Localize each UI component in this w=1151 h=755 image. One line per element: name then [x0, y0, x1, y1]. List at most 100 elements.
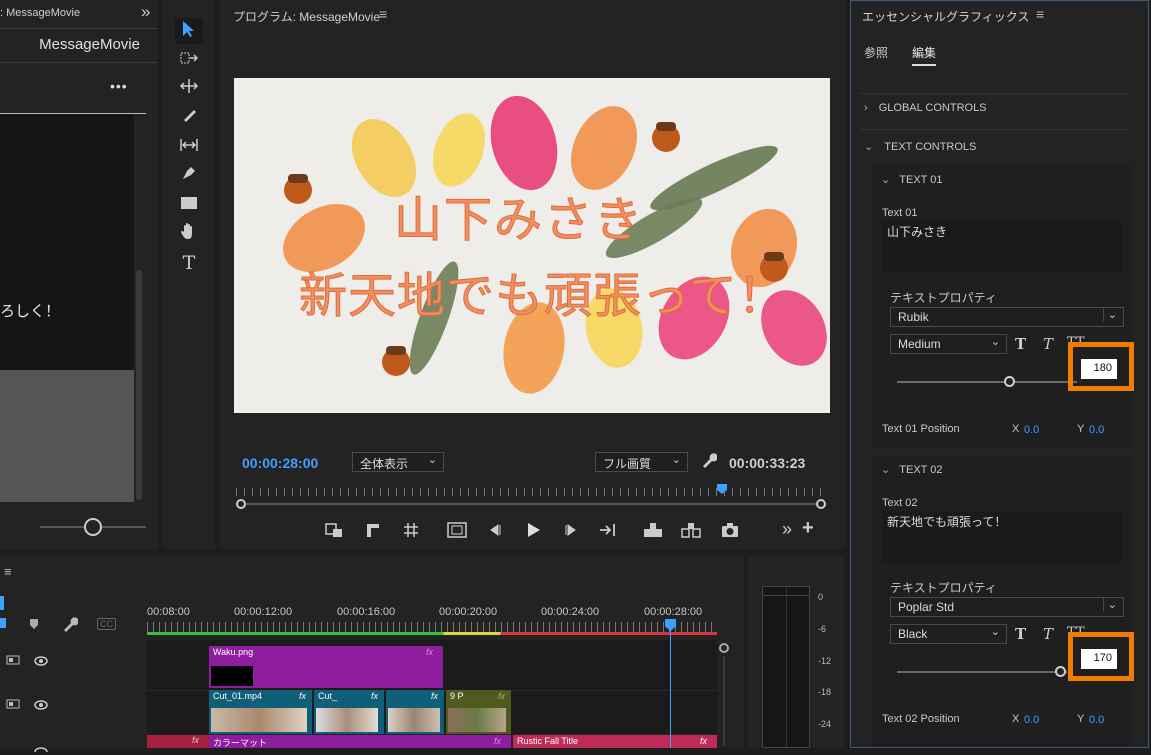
text01-header-toggle[interactable]: ⌄ TEXT 01 [881, 173, 943, 186]
timeline-ruler[interactable] [147, 622, 717, 632]
program-scrubber[interactable] [236, 484, 826, 512]
clip-cut3[interactable]: fx [386, 690, 444, 734]
more-controls-icon[interactable]: » [782, 519, 792, 540]
faux-bold-icon[interactable]: T [1015, 335, 1026, 353]
global-controls-toggle[interactable]: › GLOBAL CONTROLS [864, 102, 987, 114]
text02-style-dropdown[interactable]: Black ⌄ [890, 624, 1007, 644]
program-current-timecode[interactable]: 00:00:28:00 [242, 455, 318, 471]
clip-rustic-fall-title[interactable]: Rustic Fall Title fx [513, 735, 717, 748]
text01-x-value[interactable]: 0.0 [1024, 424, 1039, 436]
clip-cut2[interactable]: Cut_ fx [314, 690, 384, 734]
program-menu-icon[interactable]: ≡ [379, 6, 387, 22]
text-controls-label: TEXT CONTROLS [884, 141, 977, 153]
captions-cc-icon[interactable]: CC [97, 618, 116, 630]
razor-tool-icon[interactable] [177, 106, 201, 130]
meter-label: -6 [818, 624, 827, 634]
hand-tool-icon[interactable] [177, 222, 201, 246]
expand-panels-icon[interactable]: » [141, 2, 150, 22]
text02-textarea[interactable]: 新天地でも頑張って！ [883, 511, 1123, 563]
timeline-menu-icon[interactable]: ≡ [4, 564, 12, 579]
type-tool-icon[interactable]: T [177, 251, 201, 275]
slip-tool-icon[interactable] [177, 135, 201, 159]
text01-size-slider-knob[interactable] [1004, 376, 1015, 387]
step-forward-icon[interactable] [562, 521, 580, 542]
text-controls-toggle[interactable]: ⌄ TEXT CONTROLS [864, 140, 976, 153]
video-text-line1: 山下みさき [393, 192, 645, 249]
text02-size-slider[interactable] [897, 671, 1067, 673]
marker-grid-icon[interactable] [402, 521, 420, 542]
text01-style-dropdown[interactable]: Medium ⌄ [890, 334, 1007, 354]
track-visibility-eye-icon[interactable] [34, 699, 48, 713]
safe-margins-icon[interactable] [446, 521, 468, 542]
tab-edit[interactable]: 編集 [912, 44, 936, 61]
snap-icon[interactable] [0, 618, 6, 628]
track-visibility-eye-icon[interactable] [34, 655, 48, 669]
text01-textarea[interactable]: 山下みさき [883, 221, 1123, 273]
step-back-icon[interactable] [486, 521, 504, 542]
mark-out-icon[interactable] [364, 521, 382, 542]
more-options-icon[interactable]: ••• [110, 78, 128, 94]
track-output-icon[interactable] [6, 698, 20, 713]
quality-dropdown[interactable]: フル画質 ⌄ [595, 452, 688, 472]
lift-icon[interactable] [642, 521, 664, 542]
eg-title[interactable]: エッセンシャルグラフィックス [862, 8, 1029, 25]
clip-cut2-name: Cut_ [318, 691, 338, 701]
zoom-dropdown-label: 全体表示 [360, 457, 409, 471]
text01-size-slider[interactable] [897, 381, 1077, 383]
go-to-out-icon[interactable] [598, 521, 618, 542]
faux-italic-icon[interactable]: T [1043, 625, 1053, 643]
text01-x-label: X [1012, 423, 1020, 435]
text01-font-dropdown[interactable]: Rubik ⌄ [890, 307, 1124, 327]
program-title[interactable]: プログラム: MessageMovie [233, 8, 380, 25]
text02-label: Text 02 [882, 497, 918, 509]
mark-in-icon[interactable] [324, 521, 344, 542]
fx-badge: fx [497, 691, 505, 701]
eg-menu-icon[interactable]: ≡ [1036, 6, 1044, 22]
text02-size-slider-knob[interactable] [1055, 666, 1066, 677]
text01-size-input[interactable]: 180 [1081, 359, 1117, 379]
source-panel-tab[interactable]: : MessageMovie [0, 7, 80, 19]
source-scrollbar[interactable] [136, 270, 142, 500]
selection-tool-icon[interactable] [177, 20, 201, 44]
fx-badge: fx [298, 691, 306, 701]
tab-browse[interactable]: 参照 [864, 44, 888, 61]
text02-font-dropdown[interactable]: Poplar Std ⌄ [890, 597, 1124, 617]
clip-waku[interactable]: Waku.png fx [209, 646, 443, 688]
audio-meter [762, 586, 810, 748]
text02-size-input[interactable]: 170 [1081, 649, 1117, 669]
timeline-tick: 00:00:28:00 [644, 606, 703, 618]
play-icon[interactable] [524, 521, 542, 542]
zoom-dropdown[interactable]: 全体表示 ⌄ [352, 452, 444, 472]
text02-y-value[interactable]: 0.0 [1089, 714, 1104, 726]
text02-x-value[interactable]: 0.0 [1024, 714, 1039, 726]
track-visibility-eye-icon[interactable] [34, 741, 48, 755]
add-marker-icon[interactable] [28, 618, 40, 633]
timeline-zoom-knob[interactable] [719, 643, 729, 653]
track-select-tool-icon[interactable] [177, 48, 201, 72]
text02-x-label: X [1012, 713, 1020, 725]
extract-icon[interactable] [680, 521, 702, 542]
clip-colormatte[interactable]: カラーマット fx [209, 735, 511, 748]
export-frame-camera-icon[interactable] [720, 521, 740, 542]
settings-wrench-icon[interactable] [701, 452, 718, 468]
faux-italic-icon[interactable]: T [1043, 335, 1053, 353]
meter-label: -18 [818, 687, 832, 697]
text01-style-value: Medium [898, 337, 941, 351]
text01-y-value[interactable]: 0.0 [1089, 424, 1104, 436]
rectangle-tool-icon[interactable] [177, 193, 201, 217]
clip-9p[interactable]: 9 P fx [446, 690, 511, 734]
timeline-tick: 00:00:24:00 [541, 606, 600, 618]
ripple-edit-tool-icon[interactable] [177, 77, 201, 101]
timeline-playhead[interactable] [670, 620, 671, 748]
clip-cut01[interactable]: Cut_01.mp4 fx [209, 690, 312, 734]
track-output-icon[interactable] [6, 654, 20, 669]
source-zoom-knob[interactable] [84, 518, 102, 536]
text02-header-toggle[interactable]: ⌄ TEXT 02 [881, 463, 943, 476]
pen-tool-icon[interactable] [177, 164, 201, 188]
fx-badge: fx [430, 691, 438, 701]
timeline-settings-wrench-icon[interactable] [62, 616, 79, 635]
timeline-vscroll[interactable] [723, 656, 725, 746]
faux-bold-icon[interactable]: T [1015, 625, 1026, 643]
clip-pink-left[interactable]: fx [147, 735, 209, 748]
add-button-icon[interactable]: + [802, 517, 814, 540]
